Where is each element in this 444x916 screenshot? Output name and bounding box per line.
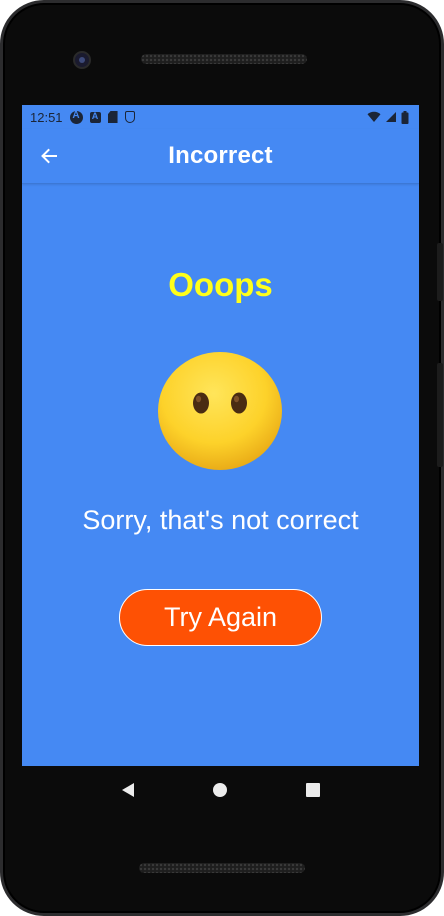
try-again-button[interactable]: Try Again — [119, 589, 322, 646]
status-time: 12:51 — [30, 109, 63, 125]
shield-icon — [124, 111, 135, 123]
oops-heading: Ooops — [168, 266, 273, 303]
app-bar: Incorrect — [22, 129, 419, 184]
nav-home-icon[interactable] — [212, 783, 227, 797]
front-camera — [73, 51, 91, 69]
sd-card-icon — [107, 111, 118, 123]
bottom-speaker — [139, 863, 305, 873]
wifi-icon — [367, 111, 381, 122]
back-button[interactable] — [36, 143, 62, 169]
status-left: 12:51 — [30, 110, 135, 125]
face-without-mouth-icon — [158, 352, 282, 470]
power-button — [437, 243, 443, 301]
a-square-icon — [89, 111, 101, 123]
earpiece-speaker — [141, 54, 307, 64]
battery-icon — [401, 110, 409, 124]
page-title: Incorrect — [168, 142, 273, 169]
main-content: Ooops Sorry, that's not correct Try Agai… — [22, 184, 419, 766]
a-circle-icon — [69, 110, 83, 124]
system-nav-bar — [22, 766, 419, 814]
nav-back-icon[interactable] — [121, 783, 134, 797]
nav-recents-icon[interactable] — [305, 783, 320, 797]
status-right — [367, 110, 409, 124]
status-bar: 12:51 — [22, 105, 419, 129]
result-message: Sorry, that's not correct — [82, 505, 359, 535]
volume-button — [437, 363, 443, 467]
arrow-left-icon — [41, 148, 57, 164]
app-screen: 12:51 Incorrect Ooops — [22, 105, 419, 766]
signal-icon — [386, 112, 396, 122]
